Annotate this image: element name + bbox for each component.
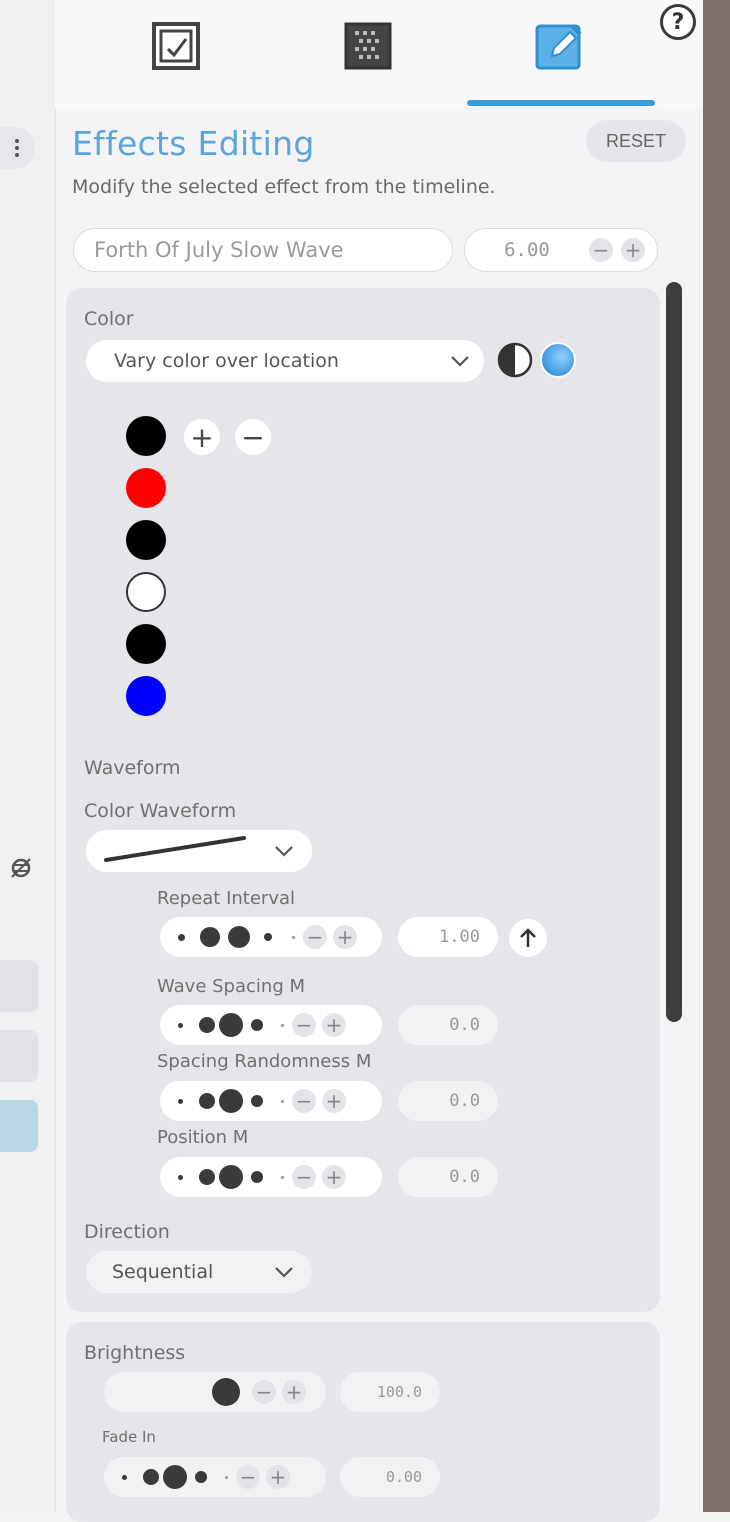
spacing-randomness-slider[interactable]: − + [160, 1081, 382, 1121]
duration-stepper: 6.00 − + [464, 228, 658, 272]
duration-value[interactable]: 6.00 [465, 239, 589, 261]
color-mode-value: Vary color over location [114, 350, 339, 372]
color-swatch[interactable] [126, 572, 166, 612]
active-tab-indicator [467, 100, 655, 106]
wave-spacing-slider[interactable]: − + [160, 1005, 382, 1045]
position-value[interactable]: 0.0 [398, 1157, 498, 1197]
more-options-icon[interactable] [0, 127, 34, 169]
add-color-button[interactable]: + [184, 419, 220, 455]
plus-icon[interactable]: + [282, 1380, 306, 1404]
minus-icon[interactable]: − [236, 1465, 260, 1489]
param-label: Spacing Randomness M [157, 1051, 372, 1072]
brightness-slider[interactable]: − + [104, 1372, 326, 1412]
brightness-value[interactable]: 100.0 [340, 1372, 440, 1412]
chevron-down-icon [274, 1263, 294, 1282]
plus-icon[interactable]: + [266, 1465, 290, 1489]
param-label: Repeat Interval [157, 888, 296, 909]
edit-pencil-icon [534, 20, 586, 76]
arrow-up-icon[interactable] [509, 919, 547, 957]
plus-icon[interactable]: + [333, 925, 357, 949]
fade-in-slider[interactable]: − + [104, 1457, 326, 1497]
chevron-down-icon [450, 352, 470, 371]
minus-icon[interactable]: − [292, 1165, 316, 1189]
side-button[interactable] [0, 1030, 38, 1082]
spacing-randomness-value[interactable]: 0.0 [398, 1081, 498, 1121]
page-title: Effects Editing [72, 124, 315, 163]
color-swatch[interactable] [126, 416, 166, 456]
tab-patterns[interactable] [342, 20, 394, 76]
brightness-label: Brightness [84, 1342, 186, 1364]
contrast-toggle-icon[interactable] [497, 342, 533, 382]
param-label: Wave Spacing M [157, 976, 305, 997]
param-label: Position M [157, 1127, 249, 1148]
side-button-active[interactable] [0, 1100, 38, 1152]
tab-timeline[interactable] [150, 20, 202, 76]
pattern-grid-icon [343, 21, 393, 75]
fade-in-value[interactable]: 0.00 [340, 1457, 440, 1497]
help-icon[interactable]: ? [660, 4, 696, 40]
window-edge [703, 0, 730, 1512]
position-slider[interactable]: − + [160, 1157, 382, 1197]
wave-spacing-value[interactable]: 0.0 [398, 1005, 498, 1045]
fade-in-label: Fade In [102, 1428, 156, 1446]
scrollbar[interactable] [666, 282, 682, 1022]
left-pane [0, 0, 56, 1512]
minus-icon[interactable]: − [292, 1089, 316, 1113]
chevron-down-icon [274, 842, 294, 861]
color-label: Color [84, 308, 134, 330]
plus-icon[interactable]: + [322, 1165, 346, 1189]
color-swatch[interactable] [126, 624, 166, 664]
direction-value: Sequential [112, 1261, 214, 1283]
minus-icon[interactable]: − [292, 1013, 316, 1037]
repeat-interval-value[interactable]: 1.00 [398, 917, 498, 957]
color-swatch[interactable] [126, 520, 166, 560]
color-waveform-label: Color Waveform [84, 800, 237, 822]
side-button[interactable] [0, 960, 38, 1012]
plus-icon[interactable]: + [322, 1089, 346, 1113]
timeline-edit-icon [151, 21, 201, 75]
waveform-label: Waveform [84, 757, 181, 779]
minus-icon[interactable]: − [252, 1380, 276, 1404]
direction-dropdown[interactable]: Sequential [86, 1251, 312, 1293]
page-subtitle: Modify the selected effect from the time… [72, 176, 496, 198]
waveform-line-icon [104, 834, 246, 868]
minus-icon[interactable]: − [303, 925, 327, 949]
remove-color-button[interactable]: − [235, 419, 271, 455]
gradient-mode-icon[interactable] [539, 341, 577, 383]
repeat-interval-slider[interactable]: − + [160, 917, 382, 957]
color-mode-dropdown[interactable]: Vary color over location [86, 340, 484, 382]
direction-label: Direction [84, 1221, 170, 1243]
plus-icon[interactable]: + [621, 238, 645, 262]
reset-button[interactable]: RESET [586, 120, 686, 162]
color-swatch[interactable] [126, 676, 166, 716]
tab-edit[interactable] [534, 20, 586, 76]
plus-icon[interactable]: + [322, 1013, 346, 1037]
filter-icon[interactable] [6, 853, 36, 883]
minus-icon[interactable]: − [589, 238, 613, 262]
color-waveform-dropdown[interactable] [86, 830, 312, 872]
color-swatch[interactable] [126, 468, 166, 508]
effect-name-input[interactable]: Forth Of July Slow Wave [73, 228, 453, 272]
